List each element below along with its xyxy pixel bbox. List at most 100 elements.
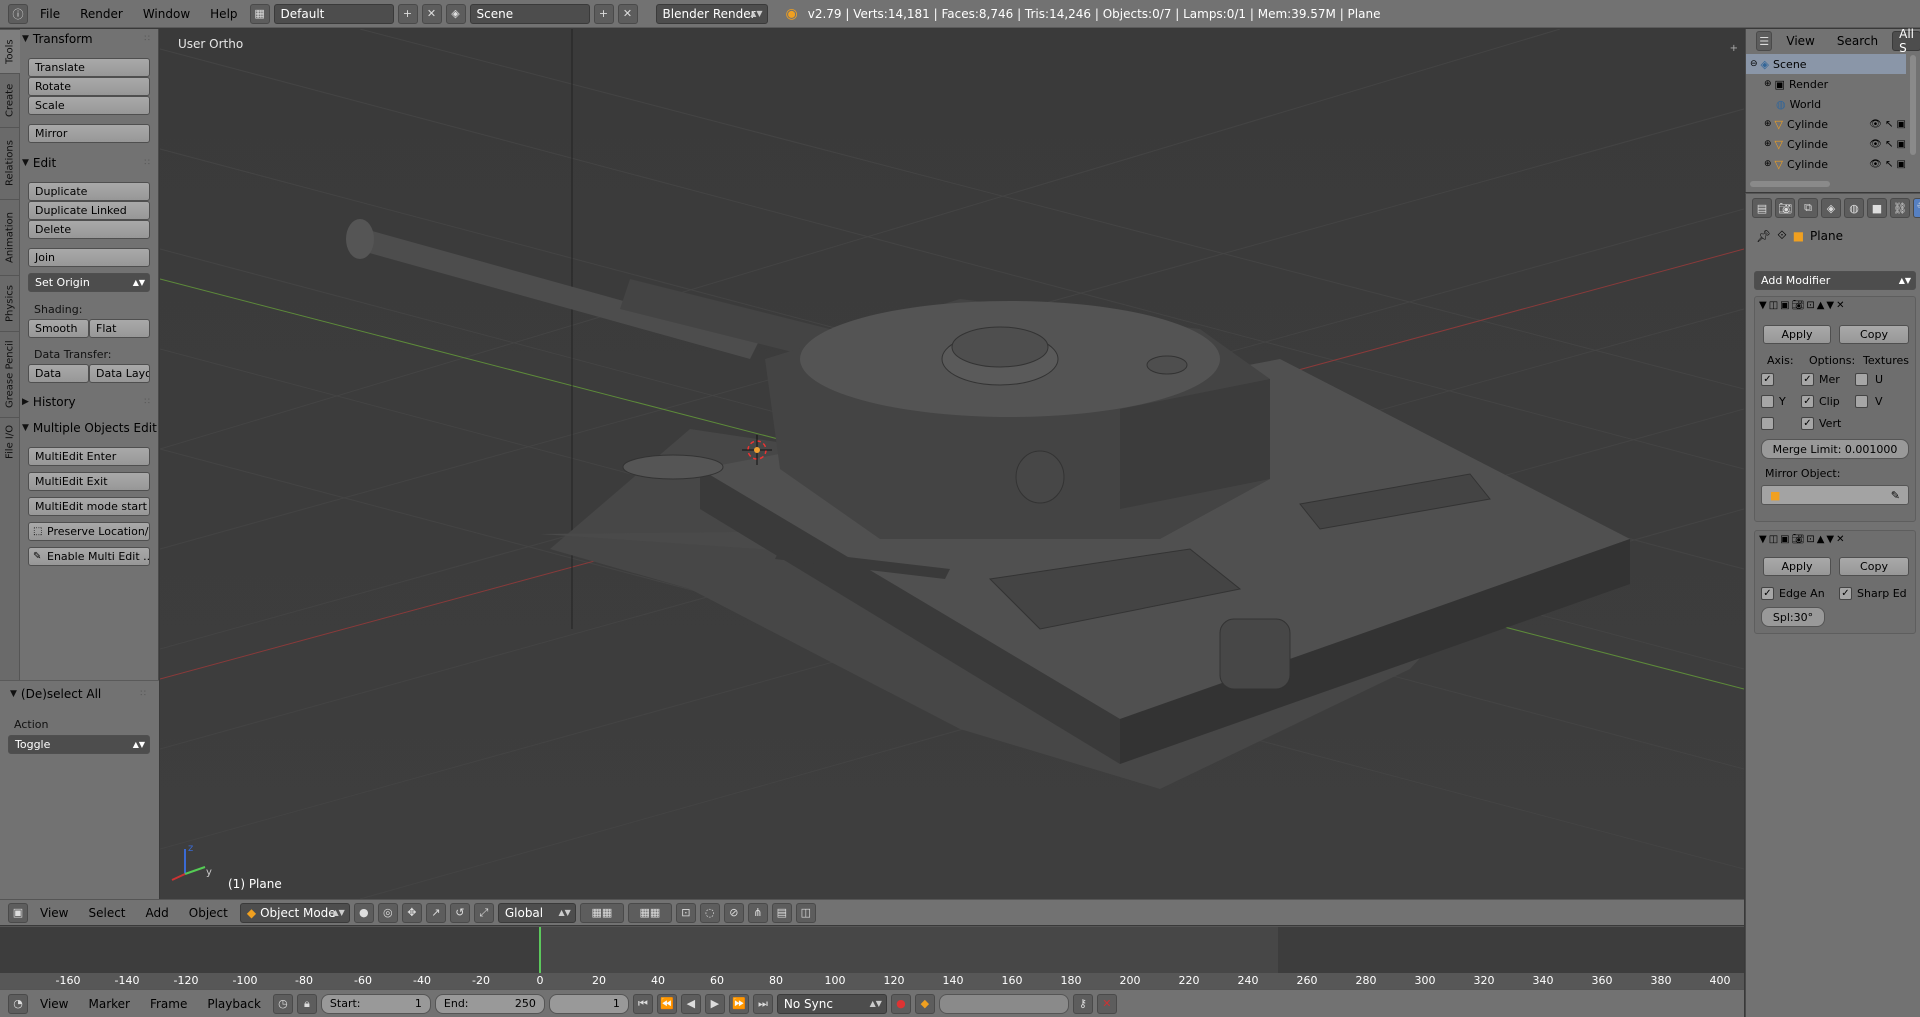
rotate-manipulator-icon[interactable]: ↺ xyxy=(449,902,470,923)
edge-split-modifier-header[interactable]: ▼ ◫ ▣ 📷︎ ⊡ ▲ ▼ ✕ xyxy=(1759,534,1845,545)
add-layout-icon[interactable]: + xyxy=(397,3,418,24)
tab-tools[interactable]: Tools xyxy=(0,29,20,73)
data-layout-button[interactable]: Data Layo xyxy=(89,364,150,383)
region-toggle-icon[interactable]: + xyxy=(1730,43,1738,54)
mirror-modifier-header[interactable]: ▼ ◫ ▣ 📷︎ ⊡ ▲ ▼ ✕ xyxy=(1759,300,1845,311)
duplicate-linked-button[interactable]: Duplicate Linked xyxy=(28,201,150,220)
panel-edit-header[interactable]: ▼ Edit ∷ xyxy=(22,153,154,173)
preview-range-icon[interactable]: ◷ xyxy=(272,993,293,1014)
rotate-button[interactable]: Rotate xyxy=(28,77,150,96)
render-toggle-icon[interactable]: 📷︎ xyxy=(1792,300,1805,311)
render-tab-icon[interactable]: 📷︎ xyxy=(1775,198,1795,218)
outliner-editor-icon[interactable]: ☰ xyxy=(1756,31,1773,51)
editmode-toggle-icon[interactable]: ⊡ xyxy=(1806,300,1814,311)
join-button[interactable]: Join xyxy=(28,248,150,267)
outliner-item-cylinder-2[interactable]: ⊕ ▽ Cylinde 👁︎ ↖ ▣ xyxy=(1746,134,1906,154)
3d-viewport[interactable]: z y User Ortho (1) Plane + xyxy=(160,29,1744,899)
scale-manipulator-icon[interactable]: ⤢ xyxy=(473,902,494,923)
render-engine-dropdown[interactable]: Blender Render ▲▼ xyxy=(655,3,768,24)
current-frame-cursor[interactable] xyxy=(539,927,541,973)
mirror-button[interactable]: Mirror xyxy=(28,124,150,143)
menu-select[interactable]: Select xyxy=(80,906,133,920)
edge-angle-checkbox[interactable]: ✓ xyxy=(1761,587,1774,600)
outliner-item-scene[interactable]: ⊖ ◈ Scene xyxy=(1746,54,1906,74)
translate-manipulator-icon[interactable]: ↗ xyxy=(425,902,446,923)
jump-keyframe-forward-icon[interactable]: ⏩ xyxy=(728,993,749,1014)
panel-transform-header[interactable]: ▼ Transform ∷ xyxy=(22,29,154,49)
delete-button[interactable]: Delete xyxy=(28,220,150,239)
world-tab-icon[interactable]: ◍ xyxy=(1844,198,1864,218)
move-up-icon[interactable]: ▲ xyxy=(1817,534,1825,545)
play-reverse-icon[interactable]: ◀ xyxy=(680,993,701,1014)
multiedit-exit-button[interactable]: MultiEdit Exit xyxy=(28,472,150,491)
current-frame-field[interactable]: 1 xyxy=(548,993,629,1014)
texture-u-checkbox[interactable] xyxy=(1855,373,1868,386)
timeline-ruler[interactable]: -160 -140 -120 -100 -80 -60 -40 -20 0 20 40 60 80 100… xyxy=(0,973,1744,989)
jump-keyframe-back-icon[interactable]: ⏪ xyxy=(656,993,677,1014)
outliner-item-cylinder-3[interactable]: ⊕ ▽ Cylinde 👁︎ ↖ ▣ xyxy=(1746,154,1906,174)
smooth-button[interactable]: Smooth xyxy=(28,319,89,338)
move-down-icon[interactable]: ▼ xyxy=(1826,534,1834,545)
mirror-apply-button[interactable]: Apply xyxy=(1763,325,1831,344)
end-frame-field[interactable]: End: 250 xyxy=(434,993,545,1014)
expanded-triangle-icon[interactable]: ▼ xyxy=(1759,534,1767,545)
sharp-edges-checkbox[interactable]: ✓ xyxy=(1839,587,1852,600)
scale-button[interactable]: Scale xyxy=(28,96,150,115)
pin-icon[interactable]: 📌︎ xyxy=(1756,229,1771,243)
expanded-triangle-icon[interactable]: ▼ xyxy=(1759,300,1767,311)
render-toggle-icon[interactable]: 📷︎ xyxy=(1792,534,1805,545)
menu-frame[interactable]: Frame xyxy=(142,997,195,1011)
tab-create[interactable]: Create xyxy=(0,73,20,127)
render-preview-icon[interactable]: ▤ xyxy=(771,902,792,923)
add-scene-icon[interactable]: + xyxy=(593,3,614,24)
mirror-object-field[interactable]: ■ ✎ xyxy=(1761,485,1909,505)
tab-physics[interactable]: Physics xyxy=(0,275,20,331)
properties-editor-icon[interactable]: ▤ xyxy=(1752,198,1772,218)
data-button[interactable]: Data xyxy=(28,364,89,383)
scene-icon[interactable]: ◈ xyxy=(445,3,466,24)
edge-split-apply-button[interactable]: Apply xyxy=(1763,557,1831,576)
manipulator-toggle-icon[interactable]: ✥ xyxy=(401,902,422,923)
pivot-point-icon[interactable]: ◎ xyxy=(377,902,398,923)
lock-camera-icon[interactable]: ⊡ xyxy=(675,902,696,923)
modifiers-tab-icon[interactable]: 🔧︎ xyxy=(1913,198,1920,218)
menu-search[interactable]: Search xyxy=(1829,34,1886,48)
vertex-groups-checkbox[interactable]: ✓ xyxy=(1801,417,1814,430)
layers-grid-1-icon[interactable]: ▦▦ xyxy=(579,902,624,923)
object-tab-icon[interactable]: ■ xyxy=(1867,198,1887,218)
timeline-editor-icon[interactable]: ◔ xyxy=(8,993,28,1014)
action-dropdown[interactable]: Toggle ▲▼ xyxy=(8,735,150,754)
outliner-item-cylinder-1[interactable]: ⊕ ▽ Cylinde 👁︎ ↖ ▣ xyxy=(1746,114,1906,134)
constraints-tab-icon[interactable]: ⛓︎ xyxy=(1890,198,1910,218)
axis-y-checkbox[interactable] xyxy=(1761,395,1774,408)
insert-keyframe-icon[interactable]: ⚷ xyxy=(1072,993,1093,1014)
menu-object[interactable]: Object xyxy=(181,906,236,920)
move-down-icon[interactable]: ▼ xyxy=(1826,300,1834,311)
start-frame-field[interactable]: Start: 1 xyxy=(320,993,431,1014)
menu-add[interactable]: Add xyxy=(138,906,177,920)
outliner-item-render[interactable]: ⊕ ▣ Render xyxy=(1746,74,1906,94)
outliner-hscrollbar[interactable] xyxy=(1750,181,1830,187)
menu-help[interactable]: Help xyxy=(202,7,245,21)
remove-modifier-icon[interactable]: ✕ xyxy=(1836,534,1844,545)
menu-render[interactable]: Render xyxy=(72,7,131,21)
realtime-toggle-icon[interactable]: ▣ xyxy=(1780,534,1789,545)
remove-modifier-icon[interactable]: ✕ xyxy=(1836,300,1844,311)
enable-multi-edit-button[interactable]: ✎ Enable Multi Edit ... xyxy=(28,547,150,566)
opengl-render-icon[interactable]: ◫ xyxy=(795,902,816,923)
merge-limit-field[interactable]: Merge Limit: 0.001000 xyxy=(1761,439,1909,459)
set-origin-dropdown[interactable]: Set Origin ▲▼ xyxy=(28,273,150,292)
deselect-all-header[interactable]: ▼ (De)select All ∷ xyxy=(10,684,150,704)
snap-icon[interactable]: ⊘ xyxy=(723,902,744,923)
menu-view[interactable]: View xyxy=(32,906,76,920)
remove-scene-icon[interactable]: ✕ xyxy=(617,3,638,24)
menu-marker[interactable]: Marker xyxy=(80,997,137,1011)
tab-grease-pencil[interactable]: Grease Pencil xyxy=(0,331,20,417)
grip-icon[interactable]: ∷ xyxy=(144,34,150,44)
outliner-item-world[interactable]: ◍ World xyxy=(1746,94,1906,114)
layout-selector[interactable]: Default xyxy=(273,3,394,24)
menu-file[interactable]: File xyxy=(32,7,68,21)
menu-view[interactable]: View xyxy=(1778,34,1822,48)
layout-grid-icon[interactable]: ▦ xyxy=(249,3,270,24)
visibility-eye-icon[interactable]: 👁︎ ↖ ▣ xyxy=(1869,159,1906,170)
